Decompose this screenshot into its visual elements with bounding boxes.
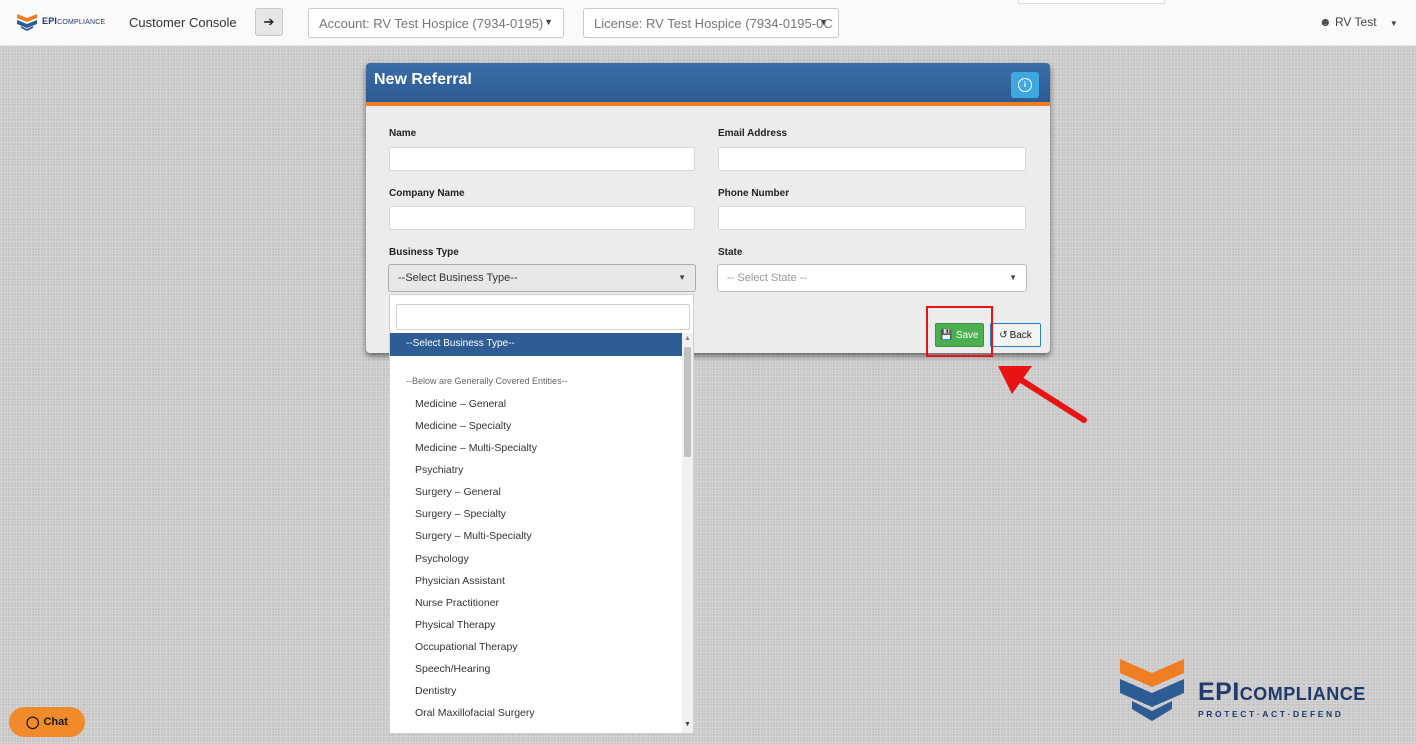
red-arrow-annotation [998, 366, 1087, 423]
dropdown-option[interactable]: Psychiatry [415, 464, 463, 476]
footer-tagline: PROTECT·ACT·DEFEND [1198, 709, 1344, 719]
footer-brand-main: EPI [1198, 678, 1240, 706]
arrow-right-icon: ➔ [263, 14, 275, 29]
scroll-up-icon[interactable]: ▲ [684, 335, 691, 342]
email-label: Email Address [718, 128, 788, 139]
user-icon: ☻ [1319, 15, 1332, 29]
account-select-value: Account: RV Test Hospice (7934-0195) [319, 16, 544, 31]
user-name: RV Test [1334, 15, 1377, 29]
dropdown-option[interactable]: Surgery – Specialty [415, 508, 506, 520]
navigate-arrow-button[interactable]: ➔ [255, 8, 283, 36]
dropdown-option[interactable]: Surgery – Multi-Specialty [415, 530, 532, 542]
undo-icon: ↺ [999, 329, 1008, 341]
chat-button[interactable]: ◯ Chat [9, 707, 85, 737]
caret-down-icon: ▼ [1009, 273, 1017, 282]
caret-down-icon: ▼ [819, 17, 828, 27]
console-title: Customer Console [129, 15, 237, 30]
info-button[interactable]: i [1011, 72, 1039, 98]
dropdown-search-input[interactable] [396, 304, 690, 330]
dropdown-option[interactable]: Medicine – Multi-Specialty [415, 442, 537, 454]
business-type-dropdown: --Select Business Type-- --Below are Gen… [389, 294, 694, 734]
dropdown-group-label: --Below are Generally Covered Entities-- [406, 376, 568, 386]
caret-down-icon: ▼ [1389, 19, 1398, 28]
dropdown-option[interactable]: Speech/Hearing [415, 663, 490, 675]
brand-logo-text: EPICOMPLIANCE [42, 16, 106, 26]
dropdown-option[interactable]: Occupational Therapy [415, 641, 518, 653]
phone-label: Phone Number [718, 188, 790, 199]
modal-header: New Referral i [366, 63, 1050, 106]
epi-compliance-logo-icon [1120, 659, 1184, 721]
user-menu[interactable]: ☻ RV Test ▼ [1319, 15, 1398, 29]
name-label: Name [389, 128, 417, 139]
dropdown-scrollbar[interactable]: ▲ ▼ [682, 333, 693, 733]
email-input[interactable] [718, 147, 1026, 171]
dropdown-option[interactable]: Nurse Practitioner [415, 597, 499, 609]
back-label: Back [1009, 329, 1032, 341]
chat-label: Chat [43, 716, 68, 728]
info-icon: i [1018, 78, 1032, 92]
chat-bubble-icon: ◯ [26, 715, 40, 729]
dropdown-option[interactable]: Oral Maxillofacial Surgery [415, 707, 535, 719]
state-select[interactable]: -- Select State -- ▼ [717, 264, 1027, 292]
scrollbar-thumb[interactable] [684, 347, 691, 457]
dropdown-option[interactable]: Dentistry [415, 685, 456, 697]
business-type-select[interactable]: --Select Business Type-- ▼ [388, 264, 696, 292]
dropdown-option-selected[interactable]: --Select Business Type-- [390, 333, 683, 356]
company-label: Company Name [389, 188, 465, 199]
caret-down-icon: ▼ [678, 273, 686, 282]
top-notch [1018, 0, 1165, 4]
dropdown-option[interactable]: Surgery – General [415, 486, 501, 498]
license-select-value: License: RV Test Hospice (7934-0195-0C [594, 16, 833, 31]
state-label: State [718, 247, 743, 258]
top-navbar: EPICOMPLIANCE Customer Console ➔ Account… [0, 0, 1416, 46]
scroll-down-icon[interactable]: ▼ [684, 721, 691, 728]
name-input[interactable] [389, 147, 695, 171]
save-highlight-box [926, 306, 993, 357]
dropdown-option[interactable]: Medicine – General [415, 398, 506, 410]
account-select[interactable]: Account: RV Test Hospice (7934-0195) ▼ [308, 8, 564, 38]
state-placeholder: -- Select State -- [727, 272, 808, 284]
dropdown-option[interactable]: Medicine – Specialty [415, 420, 511, 432]
license-select[interactable]: License: RV Test Hospice (7934-0195-0C ▼ [583, 8, 839, 38]
dropdown-option[interactable]: Physician Assistant [415, 575, 505, 587]
company-input[interactable] [389, 206, 695, 230]
business-type-value: --Select Business Type-- [398, 272, 518, 284]
footer-brand: EPICOMPLIANCE PROTECT·ACT·DEFEND [1198, 678, 1366, 719]
phone-input[interactable] [718, 206, 1026, 230]
modal-title: New Referral [374, 71, 472, 88]
back-button[interactable]: ↺ Back [990, 323, 1041, 347]
epi-logo-icon [17, 14, 37, 31]
business-type-label: Business Type [389, 247, 459, 258]
dropdown-option[interactable]: Physical Therapy [415, 619, 495, 631]
caret-down-icon: ▼ [544, 17, 553, 27]
dropdown-option[interactable]: Psychology [415, 553, 469, 565]
footer-brand-sub: COMPLIANCE [1239, 684, 1366, 704]
